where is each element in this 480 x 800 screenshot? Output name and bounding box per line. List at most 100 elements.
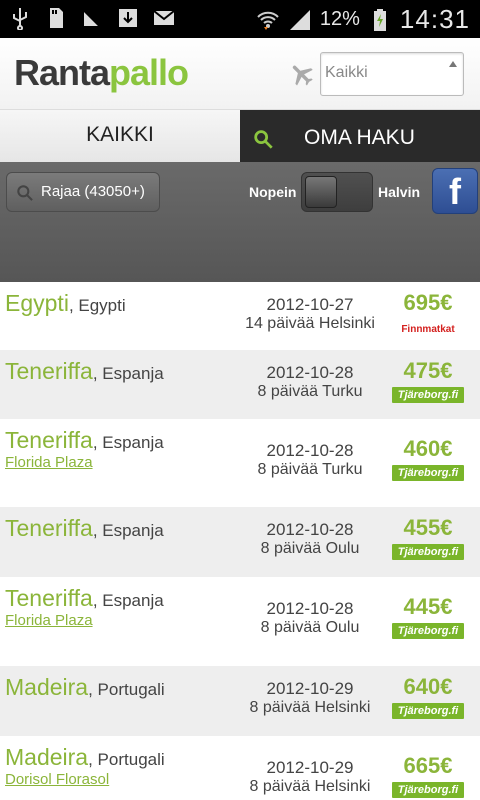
rantapallo-logo: Rantapallo <box>14 52 189 94</box>
trip-country: , Egypti <box>68 296 126 315</box>
trip-country: , Portugali <box>88 750 165 769</box>
trip-country: , Espanja <box>92 521 164 540</box>
facebook-button[interactable]: f <box>432 168 478 214</box>
airplane-icon <box>292 65 313 86</box>
trip-date: 2012-10-28 <box>266 520 354 539</box>
sd-card-icon <box>50 8 63 28</box>
trip-price: 665€ <box>403 753 453 778</box>
trip-row[interactable]: Egypti, Egypti 2012-10-27 14 päivää Helsi… <box>0 282 480 350</box>
trip-date: 2012-10-28 <box>266 363 354 382</box>
select-arrow-icon <box>449 61 457 67</box>
trip-row[interactable]: Teneriffa, Espanja Florida Plaza 2012-10… <box>0 419 480 507</box>
trip-length: 8 päivää Oulu <box>260 540 360 557</box>
trip-city: Madeira <box>5 744 89 770</box>
trip-price: 475€ <box>403 358 453 383</box>
destination-select-value: Kaikki <box>325 64 368 81</box>
trip-list: Egypti, Egypti 2012-10-27 14 päivää Helsi… <box>0 282 480 800</box>
trip-date-block: 2012-10-28 8 päivää Turku <box>232 363 388 401</box>
trip-date-block: 2012-10-28 8 päivää Oulu <box>232 520 388 558</box>
logo-part-dark: Ranta <box>14 52 110 93</box>
trip-city: Teneriffa <box>5 585 93 611</box>
facebook-icon: f <box>449 171 461 212</box>
trip-city: Madeira <box>5 674 89 700</box>
trip-row[interactable]: Madeira, Portugali Dorisol Florasol 2012… <box>0 736 480 800</box>
tjareborg-logo: Tjäreborg.fi <box>392 465 464 481</box>
tab-all[interactable]: KAIKKI <box>0 110 240 162</box>
trip-date-block: 2012-10-28 8 päivää Oulu <box>232 599 388 637</box>
trip-country: , Portugali <box>88 680 165 699</box>
trip-city: Teneriffa <box>5 515 93 541</box>
trip-destination: Teneriffa, Espanja <box>5 585 164 612</box>
filter-button[interactable]: Rajaa (43050+) <box>6 172 160 212</box>
app-header: Rantapallo Kaikki <box>0 38 480 110</box>
trip-date-block: 2012-10-28 8 päivää Turku <box>232 441 388 479</box>
trip-date: 2012-10-27 <box>266 295 354 314</box>
trip-date: 2012-10-28 <box>266 441 354 460</box>
status-bar: 12% 14:31 <box>0 0 480 38</box>
trip-hotel-link[interactable]: Florida Plaza <box>5 612 93 629</box>
trip-price: 695€ <box>403 290 453 315</box>
wifi-icon <box>257 11 279 30</box>
filter-bar: Rajaa (43050+) Nopein Halvin f <box>0 162 480 282</box>
trip-city: Egypti <box>5 290 69 316</box>
tab-own-search-label: OMA HAKU <box>304 126 415 149</box>
destination-select[interactable]: Kaikki <box>320 52 464 96</box>
trip-date-block: 2012-10-29 8 päivää Helsinki <box>232 679 388 717</box>
tjareborg-logo: Tjäreborg.fi <box>392 623 464 639</box>
sort-cheapest-label: Halvin <box>378 184 421 200</box>
trip-row[interactable]: Teneriffa, Espanja Florida Plaza 2012-10… <box>0 577 480 666</box>
trip-country: , Espanja <box>92 591 164 610</box>
battery-charging-icon <box>373 8 386 31</box>
tjareborg-logo: Tjäreborg.fi <box>392 387 464 403</box>
trip-date-block: 2012-10-27 14 päivää Helsinki <box>232 295 388 333</box>
battery-percent: 12% <box>319 8 360 30</box>
trip-hotel-link[interactable]: Florida Plaza <box>5 454 93 471</box>
trip-length: 14 päivää Helsinki <box>245 315 375 332</box>
trip-price: 640€ <box>403 674 453 699</box>
trip-length: 8 päivää Helsinki <box>249 778 371 795</box>
finnmatkat-logo: Finnmatkat <box>401 324 455 335</box>
email-icon <box>153 10 175 25</box>
trip-row[interactable]: Madeira, Portugali 2012-10-29 8 päivää He… <box>0 666 480 736</box>
usb-icon <box>13 8 27 30</box>
trip-date: 2012-10-29 <box>266 679 354 698</box>
tab-bar: KAIKKI OMA HAKU <box>0 110 480 162</box>
sort-fastest-label: Nopein <box>249 184 297 200</box>
trip-country: , Espanja <box>92 364 164 383</box>
logo-part-green: pallo <box>109 52 189 93</box>
tab-own-search[interactable]: OMA HAKU <box>240 110 480 162</box>
tjareborg-logo: Tjäreborg.fi <box>392 782 464 798</box>
search-icon <box>254 130 273 149</box>
trip-length: 8 päivää Helsinki <box>249 699 371 716</box>
trip-destination: Egypti, Egypti <box>5 290 126 317</box>
trip-date: 2012-10-28 <box>266 599 354 618</box>
trip-length: 8 päivää Turku <box>257 461 363 478</box>
search-icon <box>17 185 33 201</box>
trip-destination: Teneriffa, Espanja <box>5 427 164 454</box>
trip-city: Teneriffa <box>5 358 93 384</box>
trip-date: 2012-10-29 <box>266 758 354 777</box>
sort-toggle[interactable] <box>301 172 373 212</box>
trip-country: , Espanja <box>92 433 164 452</box>
tjareborg-logo: Tjäreborg.fi <box>392 544 464 560</box>
trip-destination: Madeira, Portugali <box>5 744 165 771</box>
trip-destination: Teneriffa, Espanja <box>5 515 164 542</box>
signal-strength-icon <box>289 9 310 30</box>
trip-hotel-link[interactable]: Dorisol Florasol <box>5 771 109 788</box>
trip-row[interactable]: Teneriffa, Espanja 2012-10-28 8 päivää Tu… <box>0 350 480 419</box>
trip-length: 8 päivää Oulu <box>260 619 360 636</box>
trip-price: 460€ <box>403 436 453 461</box>
filter-button-label: Rajaa (43050+) <box>41 183 145 200</box>
trip-date-block: 2012-10-29 8 päivää Helsinki <box>232 758 388 796</box>
no-signal-icon <box>80 6 104 30</box>
trip-length: 8 päivää Turku <box>257 383 363 400</box>
tjareborg-logo: Tjäreborg.fi <box>392 703 464 719</box>
trip-destination: Madeira, Portugali <box>5 674 165 701</box>
trip-row[interactable]: Teneriffa, Espanja 2012-10-28 8 päivää Ou… <box>0 507 480 577</box>
tab-all-label: KAIKKI <box>86 123 154 146</box>
download-icon <box>119 9 137 27</box>
trip-price: 455€ <box>403 515 453 540</box>
sort-toggle-knob[interactable] <box>305 176 337 208</box>
trip-destination: Teneriffa, Espanja <box>5 358 164 385</box>
trip-city: Teneriffa <box>5 427 93 453</box>
